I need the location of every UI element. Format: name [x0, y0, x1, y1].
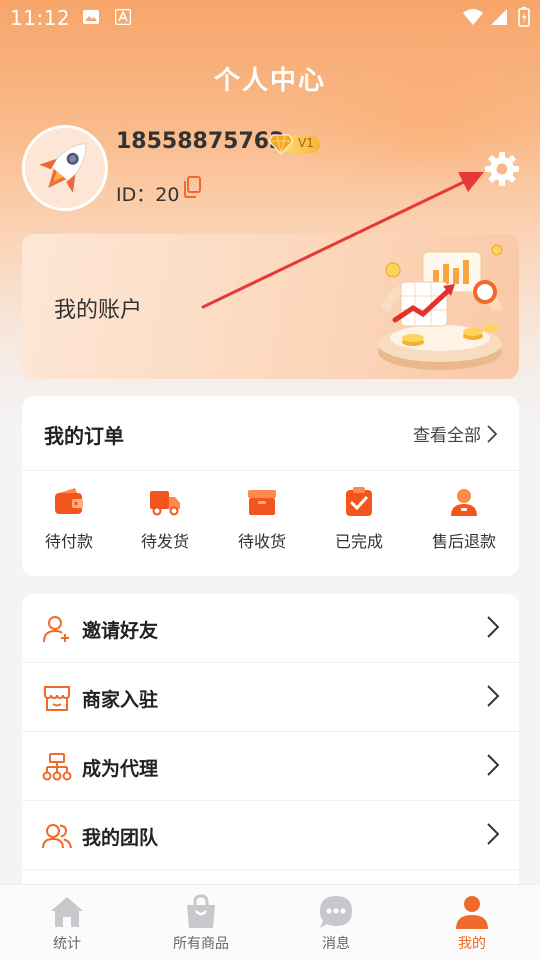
order-label: 已完成: [334, 532, 383, 551]
user-add-icon: [43, 616, 69, 643]
store-icon: [44, 686, 70, 711]
page-title: 个人中心: [213, 66, 326, 96]
diamond-icon: [268, 134, 294, 155]
order-label: 待发货: [140, 532, 189, 551]
account-card[interactable]: 我的账户: [22, 234, 519, 379]
chevron-right-icon: [487, 754, 499, 776]
menu-item-invite-friends[interactable]: 邀请好友: [22, 594, 519, 663]
box-icon: [248, 490, 276, 515]
tab-all-products[interactable]: 所有商品: [156, 893, 246, 953]
tab-mine[interactable]: 我的: [427, 893, 517, 953]
order-after-sales-refund[interactable]: 售后退款: [419, 486, 509, 552]
status-time: 11:12: [10, 6, 71, 30]
tab-label: 所有商品: [173, 936, 229, 952]
person-icon: [456, 896, 488, 929]
truck-icon: [150, 491, 180, 516]
copy-icon[interactable]: [182, 176, 202, 198]
phone-number: 18558875763: [116, 129, 285, 154]
order-pending-receipt[interactable]: 待收货: [217, 486, 307, 552]
rocket-icon: [25, 128, 105, 208]
tab-statistics[interactable]: 统计: [22, 893, 112, 953]
finance-chart-illustration: [378, 244, 503, 370]
view-all-orders-link[interactable]: 查看全部: [413, 421, 497, 446]
menu-label: 我的团队: [82, 827, 159, 849]
status-bar: 11:12: [0, 0, 540, 36]
vip-badge: V1: [268, 133, 322, 155]
view-all-label: 查看全部: [413, 426, 481, 446]
order-pending-shipment[interactable]: 待发货: [120, 486, 210, 552]
notification-a-icon: [115, 9, 131, 25]
order-label: 待付款: [44, 532, 93, 551]
menu-item-merchant-join[interactable]: 商家入驻: [22, 663, 519, 732]
bottom-tab-bar: 统计 所有商品 消息 我的: [0, 884, 540, 960]
tab-label: 统计: [53, 936, 81, 952]
checklist-icon: [346, 487, 372, 516]
gallery-icon: [83, 10, 99, 24]
wallet-icon: [55, 488, 83, 514]
wifi-icon: [463, 9, 483, 25]
vip-level: V1: [298, 136, 314, 150]
order-label: 售后退款: [431, 532, 496, 551]
order-pending-payment[interactable]: 待付款: [24, 486, 114, 552]
signal-icon: [491, 9, 507, 25]
orders-card: 我的订单 查看全部 待付款 待发货 待收货 已完成 售后退款: [22, 396, 519, 576]
home-icon: [51, 897, 83, 927]
divider: [22, 470, 519, 471]
menu-label: 邀请好友: [82, 620, 159, 642]
menu-label: 成为代理: [82, 758, 159, 780]
menu-label: 商家入驻: [82, 689, 159, 711]
chevron-right-icon: [487, 685, 499, 707]
chevron-right-icon: [487, 616, 499, 638]
menu-list: 邀请好友 商家入驻 成为代理 我的团队: [22, 594, 519, 884]
battery-icon: [518, 7, 530, 27]
menu-item-become-agent[interactable]: 成为代理: [22, 732, 519, 801]
orders-title: 我的订单: [44, 424, 124, 448]
avatar[interactable]: [22, 125, 108, 211]
hierarchy-icon: [42, 753, 72, 781]
order-label: 待收货: [237, 532, 286, 551]
team-icon: [42, 824, 72, 849]
user-id: ID：20: [116, 184, 180, 206]
tab-messages[interactable]: 消息: [291, 893, 381, 953]
message-icon: [320, 896, 352, 928]
account-label: 我的账户: [54, 298, 143, 323]
settings-gear-icon[interactable]: [484, 151, 520, 187]
order-completed[interactable]: 已完成: [314, 486, 404, 552]
tab-label: 消息: [322, 936, 350, 952]
menu-item-my-team[interactable]: 我的团队: [22, 801, 519, 870]
chevron-right-icon: [487, 424, 497, 443]
bag-icon: [187, 894, 215, 928]
service-icon: [451, 489, 477, 516]
chevron-right-icon: [487, 823, 499, 845]
tab-label: 我的: [458, 936, 486, 952]
